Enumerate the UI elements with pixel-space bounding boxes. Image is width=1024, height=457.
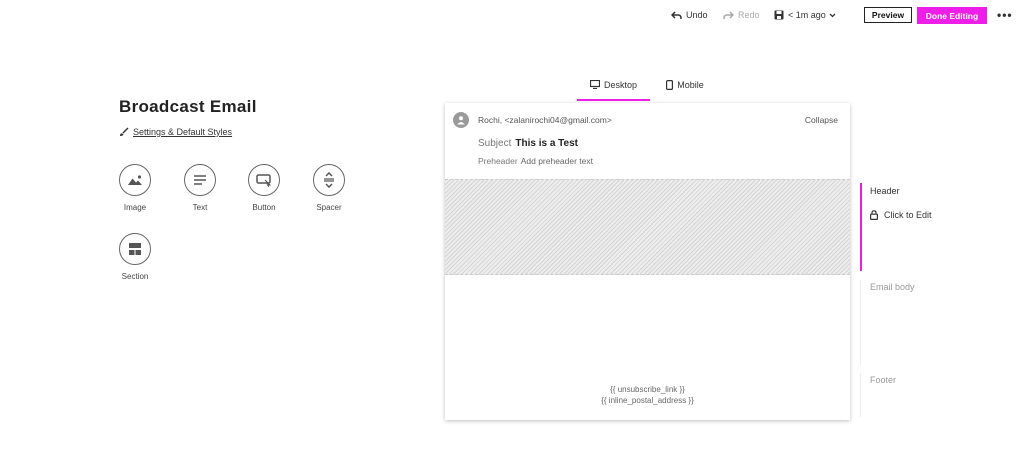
save-status-label: < 1m ago	[788, 10, 826, 20]
click-to-edit-label: Click to Edit	[884, 210, 932, 220]
text-icon	[184, 164, 216, 196]
block-label: Button	[252, 203, 276, 212]
rail-header-indicator	[860, 183, 862, 271]
tab-mobile-label: Mobile	[677, 80, 704, 90]
chevron-down-icon	[829, 13, 836, 17]
redo-button[interactable]: Redo	[723, 5, 760, 25]
collapse-button[interactable]: Collapse	[805, 115, 838, 125]
button-icon	[248, 164, 280, 196]
block-text[interactable]: Text	[178, 164, 222, 212]
redo-label: Redo	[738, 10, 760, 20]
page-title: Broadcast Email	[119, 97, 257, 116]
spacer-icon	[313, 164, 345, 196]
preheader-row[interactable]: Preheader Add preheader text	[478, 156, 593, 166]
block-spacer[interactable]: Spacer	[307, 164, 351, 212]
block-label: Spacer	[316, 203, 342, 212]
lock-icon	[870, 210, 878, 220]
block-label: Section	[121, 272, 149, 281]
save-status-dropdown[interactable]: < 1m ago	[774, 5, 840, 25]
rail-body-label[interactable]: Email body	[870, 282, 915, 292]
tab-desktop[interactable]: Desktop	[577, 80, 650, 101]
avatar	[453, 112, 469, 128]
block-button[interactable]: Button	[242, 164, 286, 212]
click-to-edit-button[interactable]: Click to Edit	[870, 210, 932, 220]
save-icon	[774, 10, 784, 20]
rail-header-label[interactable]: Header	[870, 186, 900, 196]
preview-button[interactable]: Preview	[864, 7, 912, 23]
undo-icon	[671, 10, 682, 19]
block-section[interactable]: Section	[113, 233, 157, 281]
settings-link-label: Settings & Default Styles	[133, 127, 233, 137]
more-options-icon[interactable]: •••	[997, 7, 1013, 23]
image-icon	[119, 164, 151, 196]
subject-row[interactable]: Subject This is a Test	[478, 138, 578, 149]
mobile-icon	[666, 80, 674, 90]
preheader-input[interactable]: Add preheader text	[521, 156, 593, 166]
settings-link[interactable]: Settings & Default Styles	[119, 127, 232, 137]
email-header-section[interactable]	[445, 179, 850, 275]
block-image[interactable]: Image	[113, 164, 157, 212]
block-label: Image	[123, 203, 147, 212]
redo-icon	[723, 10, 734, 19]
top-toolbar: Undo Redo < 1m ago Preview Done Editing …	[0, 5, 1024, 25]
preheader-key: Preheader	[478, 156, 518, 166]
sender-address: Rochi, <zalanirochi04@gmail.com>	[478, 115, 612, 125]
unsubscribe-token: {{ unsubscribe_link }}	[610, 385, 685, 394]
subject-key: Subject	[478, 138, 512, 149]
rail-footer-indicator	[860, 373, 861, 417]
brush-icon	[120, 127, 129, 136]
tab-mobile[interactable]: Mobile	[655, 80, 715, 101]
tab-desktop-label: Desktop	[603, 80, 638, 90]
rail-body-indicator	[860, 280, 861, 365]
undo-button[interactable]: Undo	[671, 5, 708, 25]
subject-value[interactable]: This is a Test	[515, 138, 578, 149]
block-label: Text	[192, 203, 208, 212]
undo-label: Undo	[686, 10, 708, 20]
rail-footer-label[interactable]: Footer	[870, 375, 896, 385]
desktop-icon	[589, 80, 600, 89]
done-editing-button[interactable]: Done Editing	[917, 7, 987, 24]
section-icon	[119, 233, 151, 265]
email-envelope: Rochi, <zalanirochi04@gmail.com> Collaps…	[445, 103, 850, 179]
postal-address-token: {{ inline_postal_address }}	[601, 396, 694, 405]
email-canvas: Rochi, <zalanirochi04@gmail.com> Collaps…	[445, 103, 850, 420]
